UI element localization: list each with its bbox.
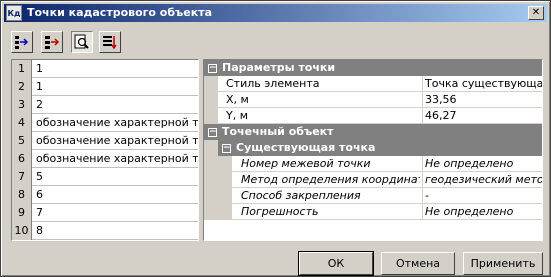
- point-label: 1: [36, 80, 43, 93]
- property-row[interactable]: Y, м 46,27: [204, 108, 542, 124]
- row-number: 9: [12, 204, 32, 222]
- property-grid[interactable]: − Параметры точки Стиль элемента Точка су…: [203, 59, 543, 241]
- row-gutter: [204, 108, 218, 124]
- row-gutter: [204, 156, 232, 172]
- property-row[interactable]: Погрешность Не определено: [204, 204, 542, 220]
- row-number: 4: [12, 114, 32, 132]
- row-gutter: [204, 140, 218, 156]
- window-title: Точки кадастрового объекта: [27, 6, 213, 19]
- point-label: обозначение характерной т...: [36, 116, 198, 129]
- column-divider: [422, 108, 423, 124]
- column-divider: [422, 172, 423, 188]
- insert-point-icon: [15, 36, 29, 49]
- property-row[interactable]: Способ закрепления -: [204, 188, 542, 204]
- list-item[interactable]: 8 6: [12, 186, 198, 204]
- list-item[interactable]: 10 8: [12, 222, 198, 240]
- apply-button[interactable]: Применить: [463, 252, 543, 275]
- cancel-button[interactable]: Отмена: [381, 252, 455, 275]
- property-label: Способ закрепления: [241, 189, 361, 202]
- insert-point-button[interactable]: [11, 31, 33, 53]
- property-label: X, м: [226, 93, 249, 106]
- collapse-toggle-icon[interactable]: −: [208, 63, 217, 73]
- list-item[interactable]: 2 1: [12, 78, 198, 96]
- zoom-point-button[interactable]: [71, 31, 93, 53]
- row-gutter: [204, 204, 232, 220]
- row-number: 2: [12, 78, 32, 96]
- property-label: Метод определения координат: [241, 173, 420, 186]
- move-point-button[interactable]: [41, 31, 63, 53]
- row-gutter: [204, 76, 218, 92]
- list-item[interactable]: 7 5: [12, 168, 198, 186]
- point-label: 8: [36, 224, 43, 237]
- app-icon: Кд: [6, 5, 22, 21]
- list-item[interactable]: 1 1: [12, 60, 198, 78]
- property-value[interactable]: -: [425, 188, 542, 204]
- row-number: 5: [12, 132, 32, 150]
- renumber-button[interactable]: [99, 31, 121, 53]
- category-label: Точечный объект: [222, 125, 334, 138]
- list-item[interactable]: 3 2: [12, 96, 198, 114]
- collapse-toggle-icon[interactable]: −: [208, 127, 217, 137]
- renumber-icon: [103, 36, 117, 50]
- row-gutter: [204, 172, 232, 188]
- category-label: Параметры точки: [222, 61, 336, 74]
- row-number: 1: [12, 60, 32, 78]
- property-value[interactable]: 33,56: [425, 92, 542, 108]
- property-label: Y, м: [226, 109, 249, 122]
- point-label: обозначение характерной точки: [36, 152, 198, 165]
- property-row[interactable]: Стиль элемента Точка существующая: [204, 76, 542, 92]
- property-label: Стиль элемента: [226, 77, 320, 90]
- title-bar[interactable]: Кд Точки кадастрового объекта ✕: [4, 4, 547, 22]
- property-label: Погрешность: [241, 205, 319, 218]
- column-divider: [422, 156, 423, 172]
- property-value[interactable]: геодезический метод: [425, 172, 542, 188]
- row-number: 7: [12, 168, 32, 186]
- point-label: 6: [36, 188, 43, 201]
- point-label: обозначение характерной точки: [36, 134, 198, 147]
- property-value[interactable]: Не определено: [425, 156, 542, 172]
- close-button[interactable]: ✕: [528, 6, 544, 20]
- row-gutter: [204, 92, 218, 108]
- row-number: 10: [12, 222, 32, 240]
- row-number: 8: [12, 186, 32, 204]
- point-label: 7: [36, 206, 43, 219]
- list-item[interactable]: 9 7: [12, 204, 198, 222]
- points-list[interactable]: 1 1 2 1 3 2 4 обозначение характерной т.…: [11, 59, 199, 241]
- property-value[interactable]: Не определено: [425, 204, 542, 220]
- property-row[interactable]: Номер межевой точки Не определено: [204, 156, 542, 172]
- list-item[interactable]: 5 обозначение характерной точки: [12, 132, 198, 150]
- ok-button[interactable]: ОК: [298, 251, 374, 276]
- column-divider: [422, 76, 423, 92]
- row-number: 3: [12, 96, 32, 114]
- property-label: Номер межевой точки: [241, 157, 371, 170]
- column-divider: [422, 204, 423, 220]
- category-point-object[interactable]: − Точечный объект: [204, 124, 542, 140]
- zoom-point-icon: [74, 34, 89, 49]
- property-row[interactable]: X, м 33,56: [204, 92, 542, 108]
- points-dialog: Кд Точки кадастрового объекта ✕ 1 1 2 1 …: [0, 0, 551, 277]
- collapse-toggle-icon[interactable]: −: [222, 143, 231, 153]
- category-label: Существующая точка: [236, 141, 376, 154]
- list-item-selected[interactable]: 4 обозначение характерной т...: [12, 114, 198, 132]
- category-existing-point[interactable]: − Существующая точка: [218, 140, 542, 156]
- point-label: 1: [36, 62, 43, 75]
- category-point-params[interactable]: − Параметры точки: [204, 60, 542, 76]
- property-value[interactable]: 46,27: [425, 108, 542, 124]
- move-point-icon: [45, 36, 60, 49]
- column-divider: [422, 92, 423, 108]
- point-label: 5: [36, 170, 43, 183]
- list-item[interactable]: 6 обозначение характерной точки: [12, 150, 198, 168]
- row-number: 6: [12, 150, 32, 168]
- column-divider: [422, 188, 423, 204]
- row-gutter: [204, 188, 232, 204]
- property-value[interactable]: Точка существующая: [425, 76, 542, 92]
- property-row[interactable]: Метод определения координат геодезически…: [204, 172, 542, 188]
- point-label: 2: [36, 98, 43, 111]
